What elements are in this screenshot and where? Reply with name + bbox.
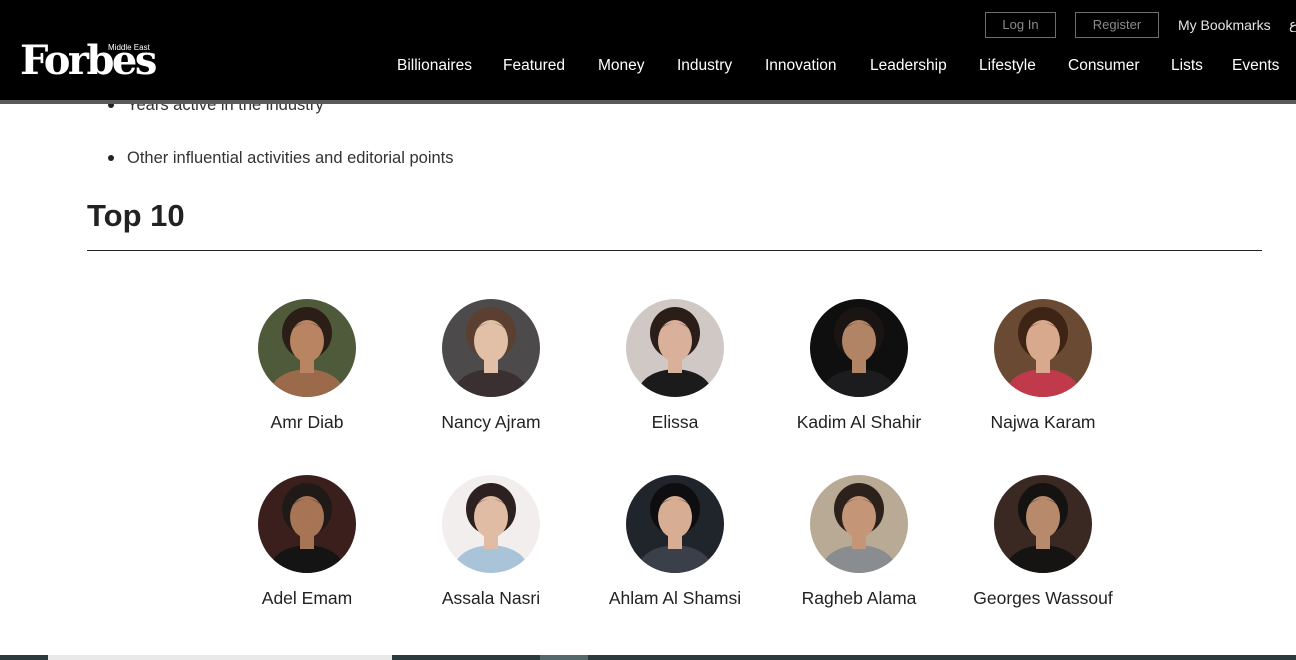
portrait-image — [258, 475, 356, 573]
nav-item-innovation[interactable]: Innovation — [765, 56, 837, 76]
celebrity-name[interactable]: Adel Emam — [217, 588, 397, 608]
celebrity-avatar[interactable] — [442, 299, 540, 397]
celebrity-avatar[interactable] — [626, 299, 724, 397]
celebrity-name[interactable]: Ahlam Al Shamsi — [585, 588, 765, 608]
nav-item-industry[interactable]: Industry — [677, 56, 732, 76]
celebrity-avatar[interactable] — [810, 299, 908, 397]
header-bottom-border — [0, 100, 1296, 104]
register-button[interactable]: Register — [1075, 12, 1159, 38]
celebrity-card[interactable]: Najwa Karam — [953, 299, 1133, 439]
nav-item-billionaires[interactable]: Billionaires — [397, 56, 472, 76]
celebrity-avatar[interactable] — [258, 475, 356, 573]
my-bookmarks-link[interactable]: My Bookmarks — [1178, 17, 1271, 33]
celebrity-name[interactable]: Georges Wassouf — [953, 588, 1133, 608]
footer-strip-segment — [540, 655, 588, 660]
portrait-image — [626, 475, 724, 573]
login-button[interactable]: Log In — [985, 12, 1056, 38]
nav-item-events[interactable]: Events — [1232, 56, 1279, 76]
celebrity-card[interactable]: Georges Wassouf — [953, 475, 1133, 615]
language-switch-link[interactable]: ع — [1289, 16, 1296, 32]
celebrity-card[interactable]: Elissa — [585, 299, 765, 439]
section-title: Top 10 — [87, 198, 185, 233]
celebrity-name[interactable]: Najwa Karam — [953, 412, 1133, 432]
celebrity-card[interactable]: Assala Nasri — [401, 475, 581, 615]
bullet-icon — [108, 155, 114, 161]
portrait-image — [810, 475, 908, 573]
celebrity-avatar[interactable] — [442, 475, 540, 573]
celebrity-card[interactable]: Ahlam Al Shamsi — [585, 475, 765, 615]
logo-region-label: Middle East — [108, 43, 150, 52]
celebrity-name[interactable]: Elissa — [585, 412, 765, 432]
list-item-text: Other influential activities and editori… — [127, 149, 454, 167]
section-divider — [87, 250, 1262, 251]
portrait-image — [994, 475, 1092, 573]
portrait-image — [442, 475, 540, 573]
celebrity-avatar[interactable] — [994, 475, 1092, 573]
celebrity-avatar[interactable] — [258, 299, 356, 397]
celebrity-name[interactable]: Ragheb Alama — [769, 588, 949, 608]
celebrity-name[interactable]: Nancy Ajram — [401, 412, 581, 432]
nav-item-lists[interactable]: Lists — [1171, 56, 1203, 76]
footer-strip-segment — [48, 655, 392, 660]
nav-item-consumer[interactable]: Consumer — [1068, 56, 1140, 76]
celebrity-card[interactable]: Amr Diab — [217, 299, 397, 439]
celebrity-name[interactable]: Amr Diab — [217, 412, 397, 432]
celebrity-card[interactable]: Nancy Ajram — [401, 299, 581, 439]
celebrity-card[interactable]: Adel Emam — [217, 475, 397, 615]
celebrity-name[interactable]: Kadim Al Shahir — [769, 412, 949, 432]
main-nav: Billionaires Featured Money Industry Inn… — [0, 56, 1296, 78]
celebrity-avatar[interactable] — [810, 475, 908, 573]
portrait-image — [442, 299, 540, 397]
nav-item-money[interactable]: Money — [598, 56, 645, 76]
celebrity-name[interactable]: Assala Nasri — [401, 588, 581, 608]
portrait-image — [258, 299, 356, 397]
celebrity-avatar[interactable] — [626, 475, 724, 573]
celebrity-card[interactable]: Kadim Al Shahir — [769, 299, 949, 439]
nav-item-lifestyle[interactable]: Lifestyle — [979, 56, 1036, 76]
celebrity-avatar[interactable] — [994, 299, 1092, 397]
nav-item-leadership[interactable]: Leadership — [870, 56, 947, 76]
celebrity-card[interactable]: Ragheb Alama — [769, 475, 949, 615]
nav-item-featured[interactable]: Featured — [503, 56, 565, 76]
portrait-image — [626, 299, 724, 397]
portrait-image — [810, 299, 908, 397]
site-header: Forbes Middle East Log In Register My Bo… — [0, 0, 1296, 100]
portrait-image — [994, 299, 1092, 397]
